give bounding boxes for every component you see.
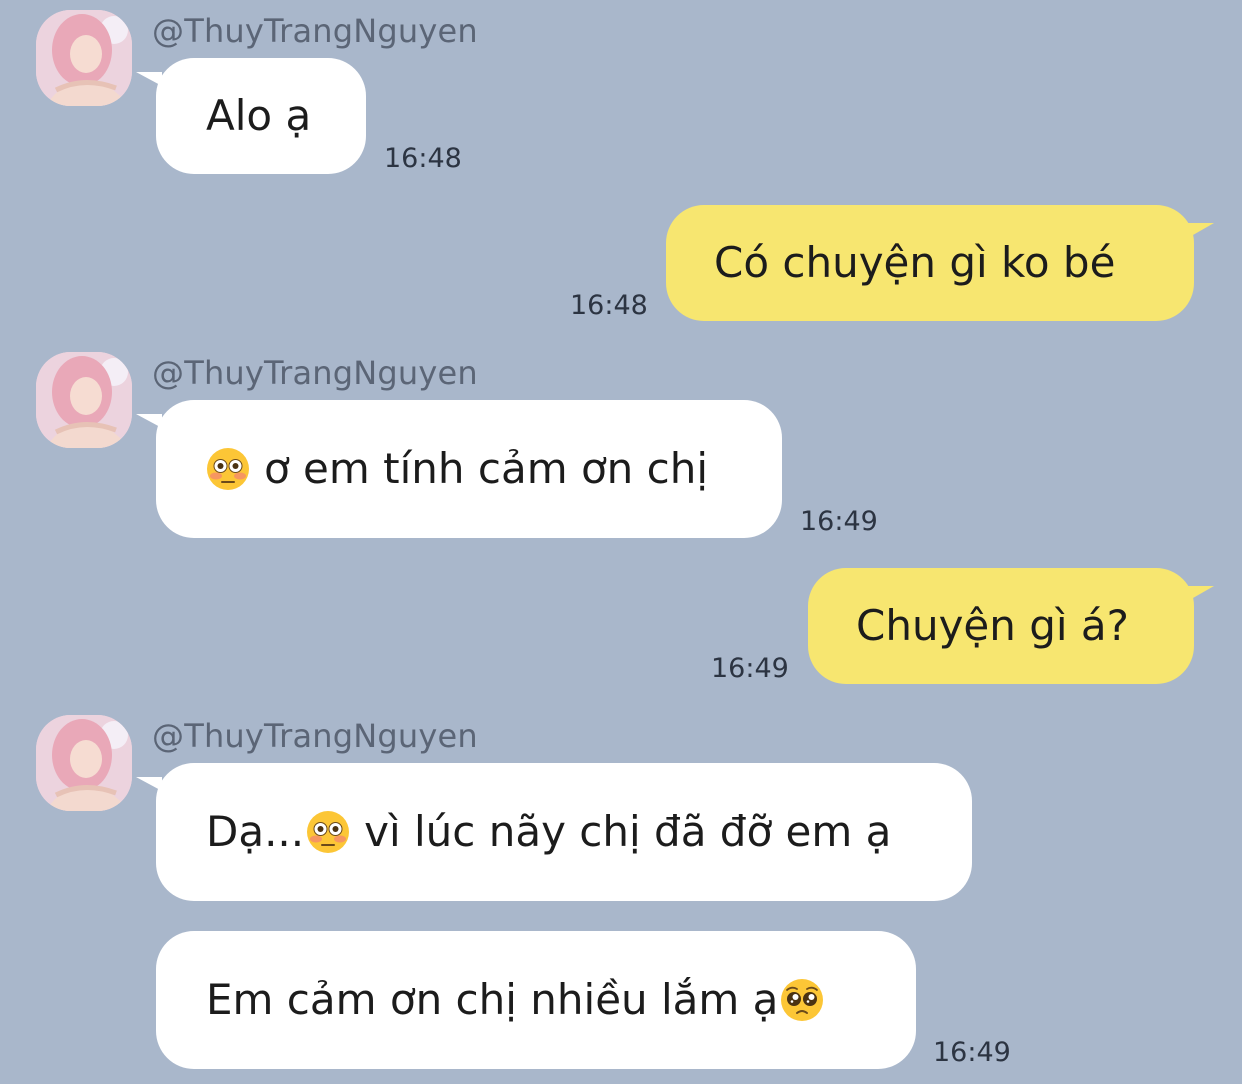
- message-bubble[interactable]: Em cảm ơn chị nhiều lắm ạ: [156, 931, 916, 1069]
- message-timestamp: 16:49: [800, 506, 878, 537]
- bubble-tail: [136, 72, 162, 86]
- message-text: Em cảm ơn chị nhiều lắm ạ: [206, 975, 779, 1024]
- message-timestamp: 16:48: [570, 290, 648, 321]
- avatar[interactable]: [36, 715, 132, 811]
- bubble-tail: [136, 414, 162, 428]
- bubble-tail: [1186, 586, 1214, 602]
- sender-name: @ThuyTrangNguyen: [152, 12, 478, 50]
- message-text: Alo ạ: [206, 91, 312, 140]
- message-text-start: Dạ...: [206, 807, 305, 856]
- flushed-face-emoji: [206, 447, 250, 491]
- message-text: ơ em tính cảm ơn chị: [264, 444, 709, 493]
- message-bubble[interactable]: Có chuyện gì ko bé: [666, 205, 1214, 321]
- message-bubble[interactable]: ơ em tính cảm ơn chị: [136, 400, 782, 538]
- message-bubble[interactable]: Dạ... vì lúc nãy chị đã đỡ em ạ: [136, 763, 972, 901]
- message-timestamp: 16:49: [933, 1037, 1011, 1068]
- flushed-face-emoji: [306, 810, 350, 854]
- sender-name: @ThuyTrangNguyen: [152, 717, 478, 755]
- message-text: Có chuyện gì ko bé: [714, 238, 1116, 287]
- bubble-tail: [1186, 223, 1214, 239]
- sender-name: @ThuyTrangNguyen: [152, 354, 478, 392]
- message-timestamp: 16:48: [384, 143, 462, 174]
- pleading-face-emoji: [780, 978, 824, 1022]
- avatar[interactable]: [36, 10, 132, 106]
- avatar[interactable]: [36, 352, 132, 448]
- message-bubble[interactable]: Alo ạ: [136, 58, 366, 174]
- message-text: Chuyện gì á?: [856, 601, 1129, 650]
- bubble-tail: [136, 777, 162, 791]
- message-text-end: vì lúc nãy chị đã đỡ em ạ: [364, 807, 892, 856]
- message-bubble[interactable]: Chuyện gì á?: [808, 568, 1214, 684]
- message-timestamp: 16:49: [711, 653, 789, 684]
